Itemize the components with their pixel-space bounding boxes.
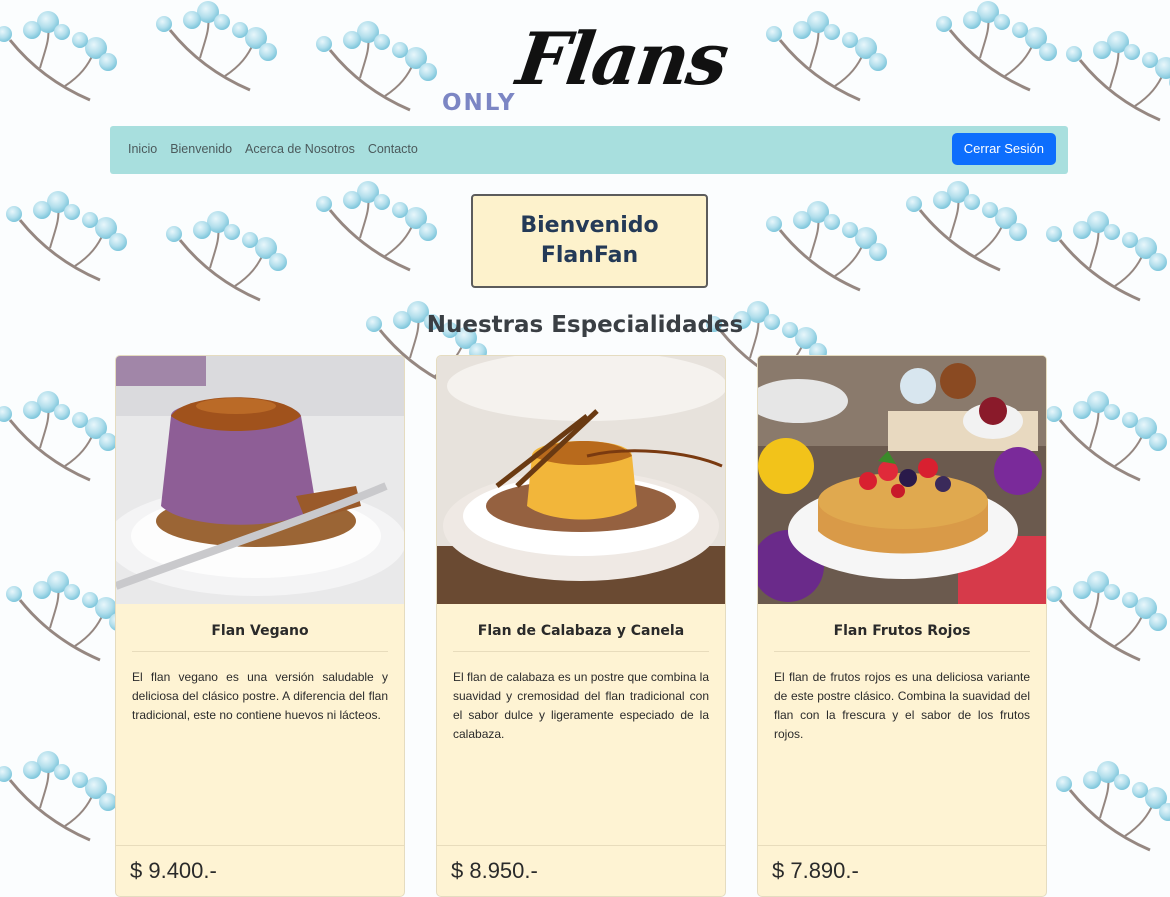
card-price: $ 7.890.- [772,858,859,883]
card-price: $ 9.400.- [130,858,217,883]
site-logo: ONLY Flans [436,14,766,116]
section-title: Nuestras Especialidades [426,312,744,338]
welcome-box: Bienvenido FlanFan [471,194,708,288]
logout-button[interactable]: Cerrar Sesión [951,133,1056,165]
product-card-vegano[interactable]: Flan Vegano El flan vegano es una versió… [115,355,405,897]
card-title: Flan de Calabaza y Canela [453,623,709,652]
nav-link-contacto[interactable]: Contacto [368,142,418,156]
product-card-frutos-rojos[interactable]: Flan Frutos Rojos El flan de frutos rojo… [757,355,1047,897]
nav-link-inicio[interactable]: Inicio [128,142,157,156]
card-price: $ 8.950.- [451,858,538,883]
card-footer: $ 8.950.- [437,845,725,896]
flan-vegano-image [116,356,404,604]
nav-link-bienvenido[interactable]: Bienvenido [170,142,232,156]
card-description: El flan de frutos rojos es una deliciosa… [774,670,1030,741]
flan-calabaza-image [437,356,725,604]
nav-link-acerca[interactable]: Acerca de Nosotros [245,142,355,156]
welcome-line-1: Bienvenido [520,213,659,238]
card-footer: $ 7.890.- [758,845,1046,896]
nav-links: Inicio Bienvenido Acerca de Nosotros Con… [128,142,418,156]
card-footer: $ 9.400.- [116,845,404,896]
logo-prefix: ONLY [442,90,517,116]
flan-frutos-rojos-image [758,356,1046,604]
logo-name: Flans [512,16,732,101]
card-description: El flan vegano es una versión saludable … [132,670,388,722]
card-description: El flan de calabaza es un postre que com… [453,670,709,741]
navbar: Inicio Bienvenido Acerca de Nosotros Con… [110,126,1068,174]
product-card-calabaza[interactable]: Flan de Calabaza y Canela El flan de cal… [436,355,726,897]
card-title: Flan Frutos Rojos [774,623,1030,652]
card-title: Flan Vegano [132,623,388,652]
welcome-username: FlanFan [540,243,639,268]
